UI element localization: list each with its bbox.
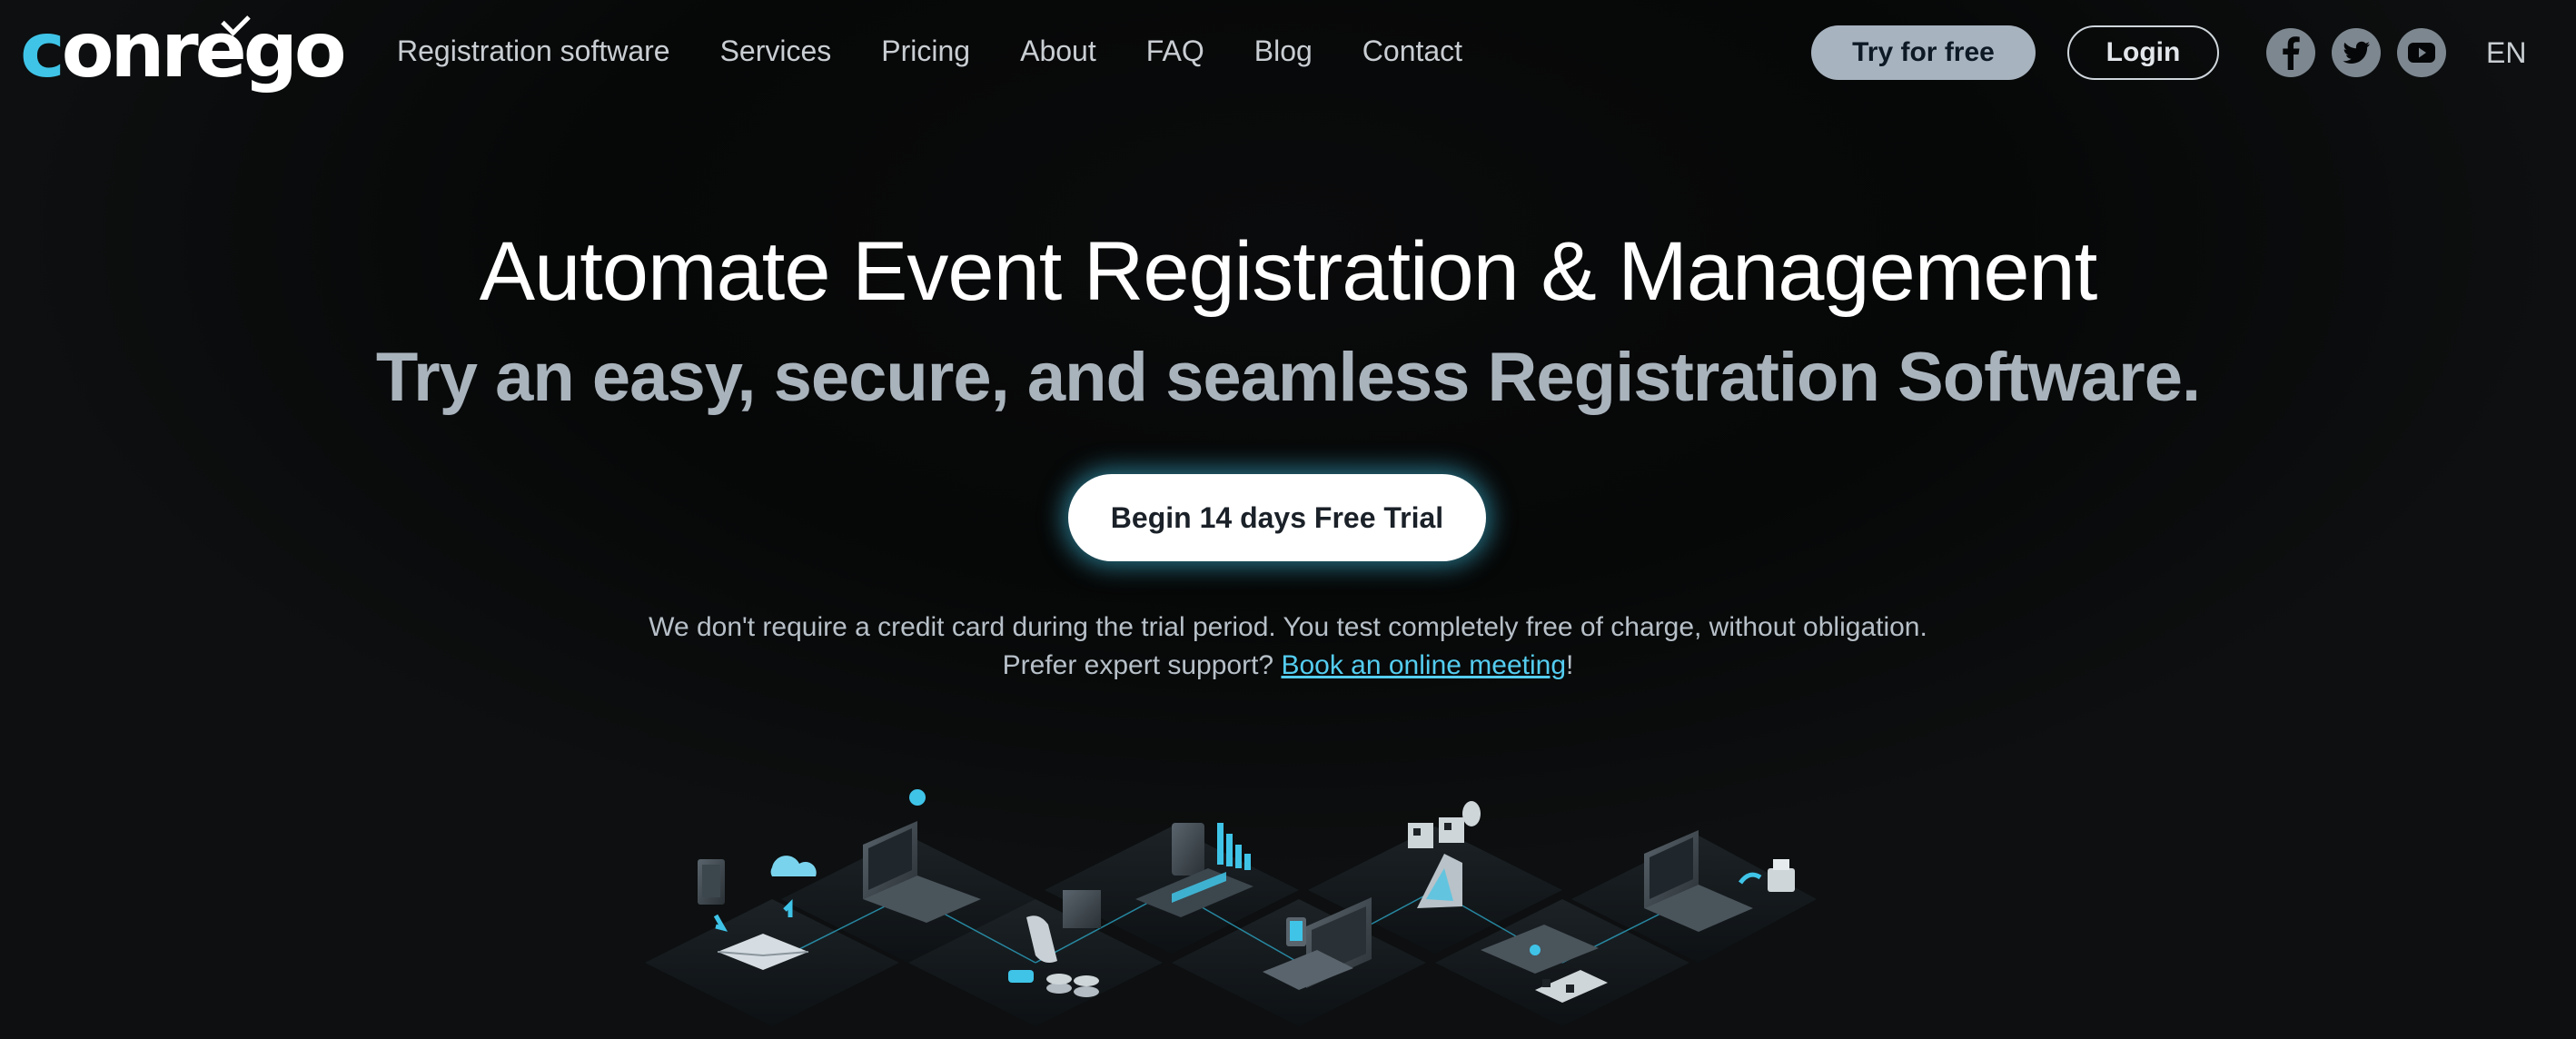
nav-item-services[interactable]: Services: [720, 31, 832, 71]
twitter-icon[interactable]: [2332, 28, 2381, 77]
book-online-meeting-link[interactable]: Book an online meeting: [1281, 650, 1566, 680]
trial-note-line2: Prefer expert support? Book an online me…: [0, 647, 2576, 685]
site-header: c onrego Registration software Services P…: [0, 0, 2576, 105]
hero-title: Automate Event Registration & Management: [479, 225, 2098, 318]
trial-note-line1: We don't require a credit card during th…: [649, 612, 1927, 642]
facebook-icon[interactable]: [2266, 28, 2315, 77]
trial-note: We don't require a credit card during th…: [0, 609, 2576, 685]
logo-letter-c: c: [20, 5, 65, 94]
begin-free-trial-button[interactable]: Begin 14 days Free Trial: [1068, 474, 1486, 561]
nav-item-faq[interactable]: FAQ: [1146, 31, 1204, 71]
conrego-logo[interactable]: c onrego: [20, 5, 347, 94]
nav-item-registration-software[interactable]: Registration software: [397, 31, 670, 71]
nav-item-about[interactable]: About: [1020, 31, 1096, 71]
login-button[interactable]: Login: [2067, 25, 2219, 80]
logo-text: onrego: [61, 5, 347, 94]
youtube-icon[interactable]: [2397, 28, 2446, 77]
try-for-free-button[interactable]: Try for free: [1811, 25, 2036, 80]
nav-item-pricing[interactable]: Pricing: [881, 31, 970, 71]
hero-subtitle: Try an easy, secure, and seamless Regist…: [375, 339, 2201, 416]
language-selector[interactable]: EN: [2486, 33, 2526, 73]
expert-support-prefix: Prefer expert support?: [1002, 650, 1282, 680]
isometric-workflow-illustration: [645, 789, 1817, 1026]
nav-item-blog[interactable]: Blog: [1254, 31, 1313, 71]
landing-page: c onrego Registration software Services P…: [0, 0, 2576, 1039]
expert-support-suffix: !: [1566, 650, 1574, 680]
main-navigation: Registration software Services Pricing A…: [397, 31, 1512, 71]
nav-item-contact[interactable]: Contact: [1362, 31, 1462, 71]
